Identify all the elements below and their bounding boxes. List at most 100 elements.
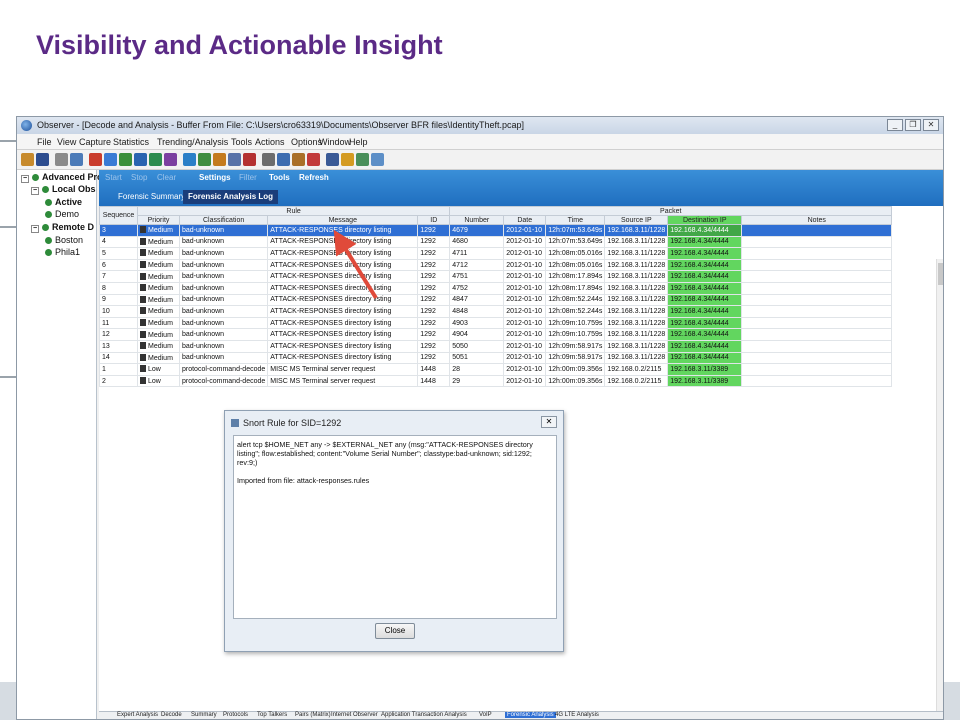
- tree-node[interactable]: Boston: [45, 235, 83, 245]
- col-header-priority[interactable]: Priority: [137, 215, 180, 225]
- tools-button[interactable]: Tools: [269, 173, 290, 182]
- col-header-message[interactable]: Message: [267, 215, 419, 225]
- decode-icon[interactable]: [104, 153, 117, 166]
- table-cell: bad-unknown: [178, 305, 269, 318]
- capture-icon[interactable]: [70, 153, 83, 166]
- menu-item-statistics[interactable]: Statistics: [113, 137, 149, 147]
- menu-item-window[interactable]: Window: [319, 137, 351, 147]
- settings-button[interactable]: Settings: [199, 173, 231, 182]
- bottom-tab[interactable]: Internet Observer: [331, 712, 378, 718]
- doc-icon[interactable]: [262, 153, 275, 166]
- table-row[interactable]: 1 Low protocol-command-decode MISC MS Termi…: [99, 363, 893, 376]
- bottom-tab[interactable]: Pairs (Matrix): [295, 712, 331, 718]
- close-icon[interactable]: ✕: [923, 119, 939, 131]
- bottom-tab[interactable]: VoIP: [479, 712, 492, 718]
- settings-icon[interactable]: [149, 153, 162, 166]
- table-row[interactable]: 7 Medium bad-unknown ATTACK-RESPONSES direc…: [99, 270, 893, 283]
- table-cell: 1292: [417, 258, 451, 272]
- export-icon[interactable]: [356, 153, 369, 166]
- help-icon[interactable]: [307, 153, 320, 166]
- clear-button[interactable]: Clear: [157, 173, 176, 182]
- menu-item-help[interactable]: Help: [349, 137, 368, 147]
- bottom-tab[interactable]: Forensic Analysis: [505, 712, 556, 718]
- menu-item-trending-analysis[interactable]: Trending/Analysis: [157, 137, 228, 147]
- open-icon[interactable]: [21, 153, 34, 166]
- alarm-icon[interactable]: [243, 153, 256, 166]
- table-row[interactable]: 9 Medium bad-unknown ATTACK-RESPONSES direc…: [99, 293, 893, 307]
- table-cell: 10: [99, 305, 138, 318]
- bottom-tab[interactable]: Application Transaction Analysis: [381, 712, 467, 718]
- grid-scrollbar[interactable]: [936, 259, 943, 719]
- close-button[interactable]: Close: [375, 623, 415, 639]
- table-cell: 2012-01-10: [503, 339, 547, 353]
- refresh-button[interactable]: Refresh: [299, 173, 329, 182]
- table-row[interactable]: 8 Medium bad-unknown ATTACK-RESPONSES direc…: [99, 281, 893, 295]
- stop-button[interactable]: Stop: [131, 173, 147, 182]
- chart-icon[interactable]: [198, 153, 211, 166]
- col-header-notes[interactable]: Notes: [741, 215, 893, 225]
- table-row[interactable]: 11 Medium bad-unknown ATTACK-RESPONSES dire…: [99, 316, 893, 330]
- tool-icon[interactable]: [228, 153, 241, 166]
- tab-forensic-analysis-log[interactable]: Forensic Analysis Log: [183, 190, 279, 204]
- table-row[interactable]: 13 Medium bad-unknown ATTACK-RESPONSES dire…: [99, 339, 893, 353]
- table-row[interactable]: 4 Medium bad-unknown ATTACK-RESPONSES direc…: [99, 235, 893, 249]
- menu-item-view[interactable]: View: [57, 137, 76, 147]
- col-header-classification[interactable]: Classification: [178, 215, 269, 225]
- tree-node[interactable]: Active: [45, 197, 82, 207]
- col-header-time[interactable]: Time: [545, 215, 606, 225]
- light-icon[interactable]: [341, 153, 354, 166]
- bottom-tab[interactable]: Decode: [161, 712, 182, 718]
- menu-item-actions[interactable]: Actions: [255, 137, 285, 147]
- key-icon[interactable]: [292, 153, 305, 166]
- menu-item-options[interactable]: Options: [291, 137, 322, 147]
- table-row[interactable]: 14 Medium bad-unknown ATTACK-RESPONSES dire…: [99, 351, 893, 365]
- bottom-tab[interactable]: 4G LTE Analysis: [555, 712, 599, 718]
- table-row[interactable]: 2 Low protocol-command-decode MISC MS Termi…: [99, 374, 893, 388]
- table-cell: 12h:09m:58.917s: [545, 339, 606, 353]
- print-icon[interactable]: [55, 153, 68, 166]
- menu-item-capture[interactable]: Capture: [79, 137, 111, 147]
- snort-rule-dialog: Snort Rule for SID=1292 ✕ alert tcp $HOM…: [224, 410, 564, 652]
- col-header-source-ip[interactable]: Source IP: [604, 215, 669, 225]
- tab-forensic-summary[interactable]: Forensic Summary: [113, 190, 190, 204]
- table-cell: 4679: [449, 224, 505, 237]
- col-header-date[interactable]: Date: [503, 215, 547, 225]
- scrollbar-thumb[interactable]: [938, 263, 943, 285]
- bottom-tab[interactable]: Expert Analysis: [117, 712, 158, 718]
- bottom-tab[interactable]: Top Talkers: [257, 712, 287, 718]
- menu-item-file[interactable]: File: [37, 137, 52, 147]
- filter-icon[interactable]: [134, 153, 147, 166]
- list-icon[interactable]: [277, 153, 290, 166]
- restore-icon[interactable]: ❐: [905, 119, 921, 131]
- col-header-sequence[interactable]: Sequence: [99, 206, 138, 225]
- col-header-destination-ip[interactable]: Destination IP: [667, 215, 743, 225]
- bottom-tab[interactable]: Summary: [191, 712, 217, 718]
- window-icon[interactable]: [371, 153, 384, 166]
- menu-item-tools[interactable]: Tools: [231, 137, 252, 147]
- col-header-id[interactable]: ID: [417, 215, 451, 225]
- table-row[interactable]: 3 Medium bad-unknown ATTACK-RESPONSES direc…: [99, 224, 893, 237]
- table-row[interactable]: 12 Medium bad-unknown ATTACK-RESPONSES dire…: [99, 328, 893, 341]
- dialog-close-icon[interactable]: ✕: [541, 416, 557, 428]
- save-icon[interactable]: [36, 153, 49, 166]
- col-header-number[interactable]: Number: [449, 215, 505, 225]
- trend-icon[interactable]: [164, 153, 177, 166]
- tree-node[interactable]: − Advanced Pro: [21, 172, 103, 183]
- table-row[interactable]: 5 Medium bad-unknown ATTACK-RESPONSES direc…: [99, 247, 893, 260]
- tree-node[interactable]: − Remote D: [31, 222, 94, 233]
- report-icon[interactable]: [213, 153, 226, 166]
- tree-node[interactable]: Demo: [45, 209, 79, 219]
- filter-button[interactable]: Filter: [239, 173, 257, 182]
- table-row[interactable]: 6 Medium bad-unknown ATTACK-RESPONSES direc…: [99, 258, 893, 272]
- tree-node[interactable]: Phila1: [45, 247, 80, 257]
- stats-icon[interactable]: [119, 153, 132, 166]
- table-row[interactable]: 10 Medium bad-unknown ATTACK-RESPONSES dire…: [99, 305, 893, 318]
- rule-textarea[interactable]: alert tcp $HOME_NET any -> $EXTERNAL_NET…: [233, 435, 557, 619]
- stop-icon[interactable]: [89, 153, 102, 166]
- wrench-icon[interactable]: [326, 153, 339, 166]
- tree-node[interactable]: − Local Obs: [31, 184, 96, 195]
- start-button[interactable]: Start: [105, 173, 122, 182]
- bottom-tab[interactable]: Protocols: [223, 712, 248, 718]
- network-icon[interactable]: [183, 153, 196, 166]
- minimize-icon[interactable]: _: [887, 119, 903, 131]
